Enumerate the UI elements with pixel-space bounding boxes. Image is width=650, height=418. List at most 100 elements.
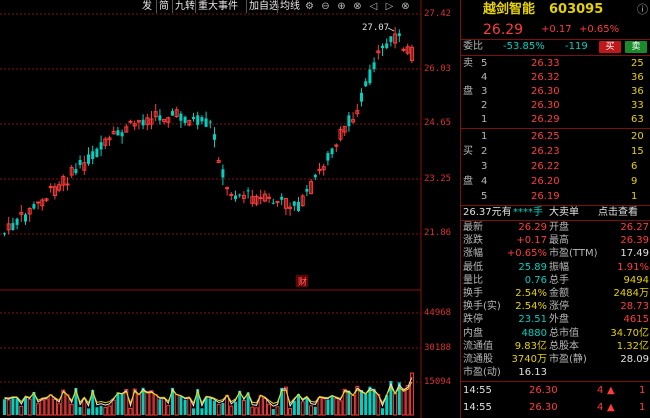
stat-value: 1.91% [617,261,649,273]
book-level: 5 [481,58,488,69]
volume-bar [309,405,314,416]
volume-bar [24,396,27,415]
book-volume: 1 [631,191,638,202]
settings-icon[interactable]: ⚙ [304,1,315,12]
stat-value: 0.76 [524,274,547,286]
view-detail-link[interactable]: 点击查看 [598,207,638,219]
volume-bar [145,391,150,416]
book-level: 3 [481,161,488,172]
ask-row[interactable]: 2 26.30 33 [461,100,650,112]
ask-row[interactable]: 盘 3 26.30 36 [461,86,650,98]
bid-row[interactable]: 5 26.19 1 [461,191,650,203]
toolbar-add-watchlist[interactable]: 加自选 [246,0,281,13]
candle-body [372,62,376,70]
info-icon[interactable]: ⓘ [637,2,648,18]
book-price: 26.29 [531,114,560,125]
toolbar-jiuzhuan[interactable]: 九转 [172,0,197,13]
candle-body [305,188,309,192]
volume-bar [3,399,6,415]
stat-value: 4615 [623,314,649,326]
stat-label: 总市值 [549,327,579,339]
candle-body [326,153,330,161]
volume-bar [11,398,15,415]
stat-label: 跌停 [463,314,483,326]
buy-button[interactable]: 买 [599,41,621,53]
sell-button[interactable]: 卖 [625,41,647,53]
stat-value: 34.70亿 [610,327,649,339]
toolbar-jian[interactable]: 简 [156,0,171,13]
current-price: 26.29 [483,22,524,38]
scroll-right-icon[interactable]: ▷ [384,1,395,12]
deal-type: 大卖单 [549,207,579,218]
chart-grid [0,0,422,418]
quote-panel: 越剑智能 603095 ⓘ 26.29 +0.17 +0.65% 委比 -53.… [460,0,650,418]
kline-chart[interactable]: 27.07 财 [0,0,422,418]
chart-type-icon[interactable]: ⊗ [352,1,363,12]
stat-label: 市盈(TTM) [549,248,598,260]
volume-bar [187,397,192,416]
volume-bar [275,406,280,416]
book-level: 1 [481,131,488,142]
zoom-out-icon[interactable]: ⊖ [320,1,331,12]
deal-row: 26.37元有 ****手 大卖单 点击查看 [461,207,650,219]
volume-bar [107,405,112,416]
weibi-pct: -53.85% [503,41,545,52]
book-side: 买 [463,146,473,157]
candle-body [246,190,250,192]
stats-row: 内盘 4880 总市值 34.70亿 [461,328,650,340]
volume-bar [200,408,204,415]
tick-count: 1 [639,385,646,396]
zoom-in-icon[interactable]: ⊕ [336,1,347,12]
candle-body [192,117,195,120]
volume-bar [254,407,259,416]
stat-label: 总手 [549,274,569,286]
candle-body [208,121,212,123]
tick-volume: 4 [597,402,604,413]
volume-bar [297,394,300,415]
price-tick: 26.03 [424,64,452,74]
volume-bar [40,399,45,416]
stat-value: +0.65% [506,248,547,260]
close-icon[interactable]: ⊗ [400,1,411,12]
volume-bar [120,393,124,415]
book-volume: 33 [631,100,644,111]
volume-bar [360,390,363,415]
volume-bar [221,402,225,415]
book-side: 卖 [463,58,473,69]
bid-row[interactable]: 3 26.22 6 [461,161,650,173]
candle-body [3,233,6,235]
volume-tick: 44968 [424,308,452,318]
toolbar-fa[interactable]: 发 [140,0,154,13]
weibi-row: 委比 -53.85% -119 买 卖 [461,41,650,53]
book-price: 26.30 [531,86,560,97]
book-volume: 36 [631,86,644,97]
bid-row[interactable]: 盘 4 26.20 9 [461,176,650,188]
volume-bar [229,405,234,416]
bid-row[interactable]: 买 2 26.23 15 [461,146,650,158]
candle-body [78,160,82,165]
stat-value: 26.39 [620,235,649,247]
stock-title: 越剑智能 603095 ⓘ [461,2,650,18]
volume-bar [271,408,275,415]
ask-row[interactable]: 1 26.29 63 [461,114,650,126]
deal-price: 26.37元有 [463,207,512,218]
scroll-left-icon[interactable]: ◁ [368,1,379,12]
volume-bar [27,398,32,416]
candle-body [15,218,19,225]
candle-body [221,169,225,178]
toolbar-ma[interactable]: 均线 [277,0,302,13]
toolbar-major-events[interactable]: 重大事件 [195,0,240,13]
price-change-pct: +0.65% [579,24,620,35]
book-level: 2 [481,146,488,157]
stock-name: 越剑智能 [483,2,536,17]
book-level: 4 [481,72,488,83]
volume-bar [330,395,334,415]
stat-label: 涨停 [549,301,569,313]
stat-label: 最低 [463,261,483,273]
volume-bar [288,408,293,416]
ask-row[interactable]: 卖 5 26.33 25 [461,58,650,70]
stat-label: 金额 [549,288,569,299]
bid-row[interactable]: 1 26.25 20 [461,131,650,143]
candle-body [91,151,95,160]
ask-row[interactable]: 4 26.32 36 [461,72,650,84]
